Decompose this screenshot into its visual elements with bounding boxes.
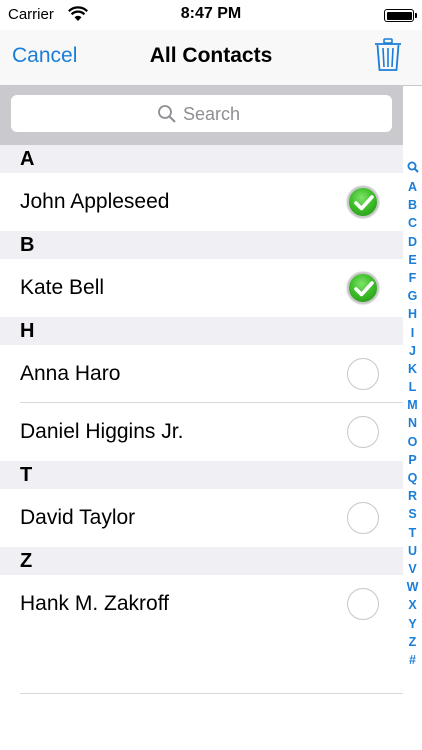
index-letter[interactable]: V bbox=[403, 560, 422, 578]
index-letter[interactable]: J bbox=[403, 342, 422, 360]
search-icon bbox=[158, 105, 176, 123]
section-header-b: B bbox=[0, 231, 403, 259]
checkmark-unselected-icon[interactable] bbox=[347, 502, 379, 534]
page-title: All Contacts bbox=[149, 44, 273, 67]
search-area bbox=[0, 86, 403, 145]
index-letter[interactable]: B bbox=[403, 196, 422, 214]
navigation-bar: Cancel All Contacts bbox=[0, 30, 422, 86]
search-icon bbox=[407, 161, 419, 173]
section-index-bar[interactable]: A B C D E F G H I J K L M N O P Q R S T U V W X Y Z # bbox=[403, 160, 422, 669]
index-letter[interactable]: F bbox=[403, 269, 422, 287]
checkmark-selected-icon[interactable] bbox=[347, 272, 379, 304]
status-bar: Carrier 8:47 PM bbox=[0, 0, 422, 30]
index-letter[interactable]: R bbox=[403, 487, 422, 505]
section-header-h: H bbox=[0, 317, 403, 345]
section-header-a: A bbox=[0, 145, 403, 173]
index-letter[interactable]: G bbox=[403, 287, 422, 305]
section-header-t: T bbox=[0, 461, 403, 489]
index-letter[interactable]: D bbox=[403, 233, 422, 251]
contact-name: Daniel Higgins Jr. bbox=[20, 420, 184, 443]
trash-icon bbox=[375, 38, 401, 71]
index-letter[interactable]: K bbox=[403, 360, 422, 378]
contact-row[interactable]: Hank M. Zakroff bbox=[0, 575, 403, 633]
index-letter[interactable]: Q bbox=[403, 469, 422, 487]
contact-name: David Taylor bbox=[20, 506, 136, 529]
index-letter[interactable]: # bbox=[403, 651, 422, 669]
check-icon bbox=[354, 281, 374, 297]
index-letter[interactable]: P bbox=[403, 451, 422, 469]
battery-icon bbox=[384, 9, 417, 22]
contact-name: Anna Haro bbox=[20, 362, 121, 385]
row-separator bbox=[20, 693, 403, 694]
index-letter[interactable]: X bbox=[403, 596, 422, 614]
index-letter[interactable]: W bbox=[403, 578, 422, 596]
index-letter[interactable]: H bbox=[403, 305, 422, 323]
search-input[interactable] bbox=[183, 102, 373, 126]
checkmark-selected-icon[interactable] bbox=[347, 186, 379, 218]
index-letter[interactable]: Z bbox=[403, 633, 422, 651]
contact-row[interactable]: Anna Haro bbox=[0, 345, 403, 403]
index-letter[interactable]: O bbox=[403, 433, 422, 451]
checkmark-unselected-icon[interactable] bbox=[347, 358, 379, 390]
index-letter[interactable]: I bbox=[403, 324, 422, 342]
index-search-icon[interactable] bbox=[403, 160, 422, 178]
index-letter[interactable]: N bbox=[403, 414, 422, 432]
check-icon bbox=[354, 195, 374, 211]
contact-row[interactable]: Daniel Higgins Jr. bbox=[0, 403, 403, 461]
contact-name: Kate Bell bbox=[20, 276, 105, 299]
index-letter[interactable]: S bbox=[403, 505, 422, 523]
delete-button[interactable] bbox=[373, 38, 403, 72]
contact-row[interactable]: David Taylor bbox=[0, 489, 403, 547]
contact-name: John Appleseed bbox=[20, 190, 170, 213]
contact-name: Hank M. Zakroff bbox=[20, 592, 169, 615]
checkmark-unselected-icon[interactable] bbox=[347, 416, 379, 448]
contact-row[interactable]: Kate Bell bbox=[0, 259, 403, 317]
index-letter[interactable]: U bbox=[403, 542, 422, 560]
index-letter[interactable]: E bbox=[403, 251, 422, 269]
index-letter[interactable]: Y bbox=[403, 615, 422, 633]
search-box[interactable] bbox=[11, 95, 392, 132]
section-header-z: Z bbox=[0, 547, 403, 575]
index-letter[interactable]: M bbox=[403, 396, 422, 414]
checkmark-unselected-icon[interactable] bbox=[347, 588, 379, 620]
index-letter[interactable]: C bbox=[403, 214, 422, 232]
contact-row[interactable]: John Appleseed bbox=[0, 173, 403, 231]
contact-list: A John Appleseed B Kate Bell H Anna Haro Danie… bbox=[0, 145, 403, 633]
index-letter[interactable]: L bbox=[403, 378, 422, 396]
index-letter[interactable]: A bbox=[403, 178, 422, 196]
status-time: 8:47 PM bbox=[180, 5, 242, 22]
index-letter[interactable]: T bbox=[403, 524, 422, 542]
